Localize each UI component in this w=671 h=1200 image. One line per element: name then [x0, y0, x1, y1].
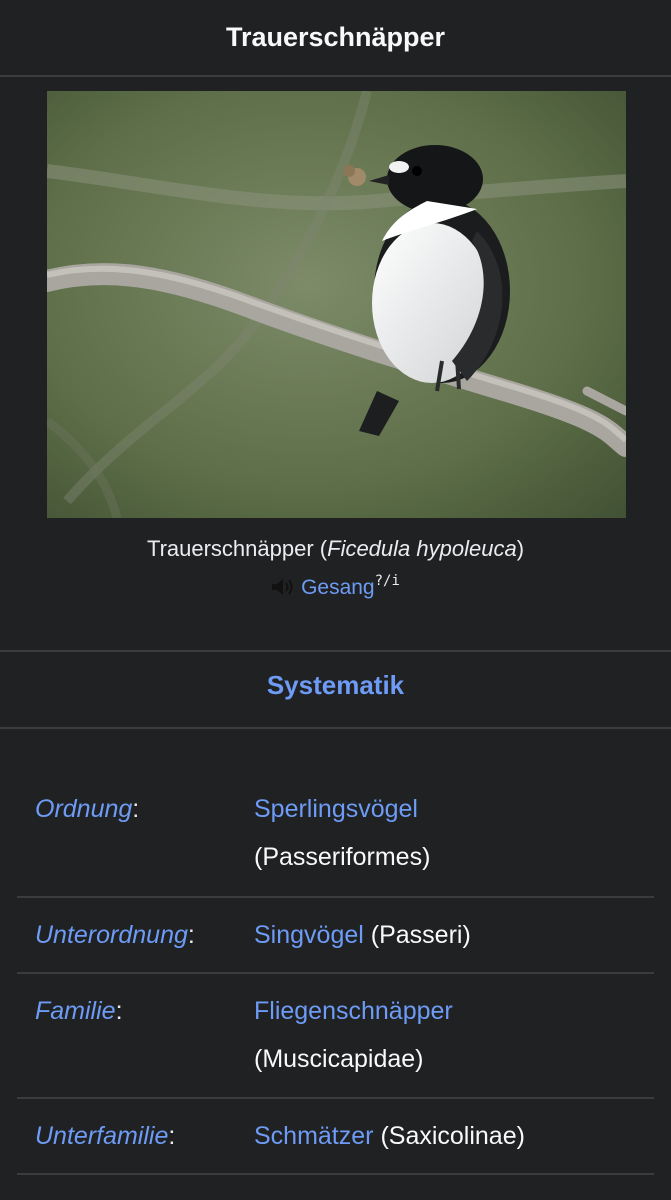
audio-link-gesang[interactable]: Gesang	[301, 576, 375, 599]
taxonomy-rank-cell: Unterordnung:	[17, 911, 254, 959]
rank-link-unterfamilie[interactable]: Unterfamilie	[35, 1122, 168, 1150]
taxon-latin-name: (Saxicolinae)	[380, 1122, 525, 1150]
bird-photo[interactable]	[47, 91, 626, 518]
rank-link-ordnung[interactable]: Ordnung	[35, 795, 132, 823]
rank-link-familie[interactable]: Familie	[35, 997, 116, 1025]
section-divider	[0, 650, 671, 652]
taxon-link-singvoegel[interactable]: Singvögel	[254, 921, 364, 949]
taxonomy-value-cell: Sperlingsvögel (Passeriformes)	[254, 785, 654, 881]
taxonomy-row-unterfamilie: Unterfamilie: Schmätzer (Saxicolinae)	[17, 1099, 654, 1175]
rank-link-unterordnung[interactable]: Unterordnung	[35, 921, 188, 949]
taxonomy-rank-cell: Unterfamilie:	[17, 1112, 254, 1160]
caption-close-paren: )	[516, 536, 525, 561]
taxon-latin-name: (Passeriformes)	[254, 843, 431, 871]
taxonomy-rank-cell: Familie:	[17, 987, 254, 1083]
section-title-systematik[interactable]: Systematik	[0, 670, 671, 701]
caption-common-name: Trauerschnäpper	[146, 536, 314, 561]
caption-scientific-name: Ficedula hypoleuca	[327, 536, 517, 561]
image-caption: Trauerschnäpper (Ficedula hypoleuca)	[0, 536, 671, 562]
taxon-latin-name: (Passeri)	[370, 921, 471, 949]
caption-open-paren: (	[313, 536, 328, 561]
taxon-latin-name: (Muscicapidae)	[254, 1045, 424, 1073]
taxonomy-rank-cell: Ordnung:	[17, 785, 254, 881]
rank-colon: :	[132, 795, 140, 823]
rank-colon: :	[168, 1122, 176, 1150]
taxonomy-table: Ordnung: Sperlingsvögel (Passeriformes) U…	[17, 770, 654, 1175]
taxonomy-value-cell: Schmätzer (Saxicolinae)	[254, 1112, 654, 1160]
taxonomy-row-familie: Familie: Fliegenschnäpper (Muscicapidae)	[17, 974, 654, 1099]
taxonomy-value-cell: Singvögel (Passeri)	[254, 911, 654, 959]
bird-photo-illustration	[47, 91, 626, 518]
taxonomy-value-cell: Fliegenschnäpper (Muscicapidae)	[254, 987, 654, 1083]
taxonomy-row-unterordnung: Unterordnung: Singvögel (Passeri)	[17, 898, 654, 974]
rank-colon: :	[115, 997, 123, 1025]
taxon-link-sperlingsvoegel[interactable]: Sperlingsvögel	[254, 795, 418, 823]
speaker-icon[interactable]	[271, 577, 297, 597]
page-title: Trauerschnäpper	[225, 22, 446, 52]
infobox-header: Trauerschnäpper	[0, 0, 671, 77]
taxonomy-row-ordnung: Ordnung: Sperlingsvögel (Passeriformes)	[17, 770, 654, 898]
taxon-link-schmaetzer[interactable]: Schmätzer	[254, 1122, 373, 1150]
audio-player: Gesang?/i	[0, 573, 671, 600]
taxon-link-fliegenschnaepper[interactable]: Fliegenschnäpper	[254, 997, 453, 1025]
audio-help-link[interactable]: ?/i	[375, 573, 400, 589]
section-divider	[0, 727, 671, 729]
rank-colon: :	[187, 921, 195, 949]
